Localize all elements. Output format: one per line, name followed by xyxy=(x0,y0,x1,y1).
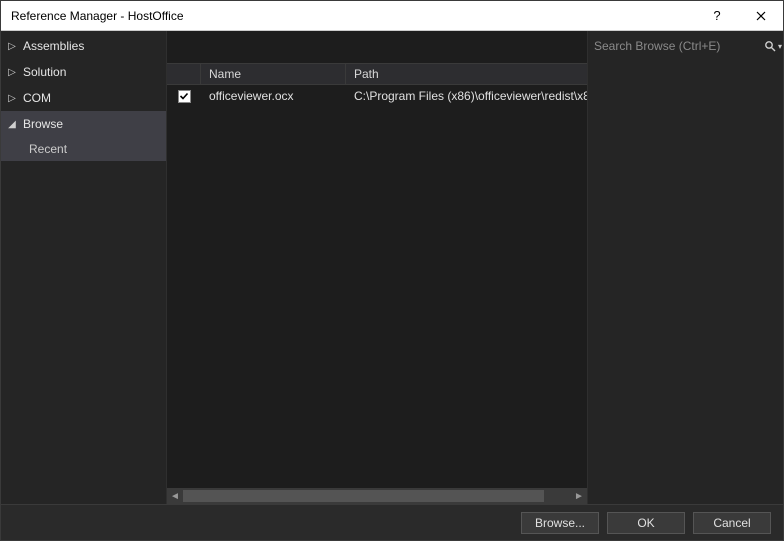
row-name: officeviewer.ocx xyxy=(201,89,346,103)
list-top-gap xyxy=(167,31,587,63)
reference-list-panel: Name Path officeviewer.ocx C:\Program Fi… xyxy=(166,31,588,504)
scroll-right-button[interactable]: ► xyxy=(571,488,587,504)
search-icon[interactable]: ▾ xyxy=(764,40,782,52)
close-button[interactable] xyxy=(739,1,783,31)
window-title: Reference Manager - HostOffice xyxy=(11,9,695,23)
row-checkbox[interactable] xyxy=(178,90,191,103)
sidebar-item-label: Browse xyxy=(23,117,63,131)
sidebar-subitem-recent[interactable]: Recent xyxy=(1,137,166,161)
scroll-track[interactable] xyxy=(183,488,571,504)
sidebar: ▷ Assemblies ▷ Solution ▷ COM ◢ Browse R… xyxy=(1,31,166,504)
help-button[interactable]: ? xyxy=(695,1,739,31)
sidebar-item-assemblies[interactable]: ▷ Assemblies xyxy=(1,33,166,59)
chevron-right-icon: ▷ xyxy=(7,93,17,104)
chevron-right-icon: ▷ xyxy=(7,67,17,78)
horizontal-scrollbar[interactable]: ◄ ► xyxy=(167,488,587,504)
titlebar: Reference Manager - HostOffice ? xyxy=(1,1,783,31)
row-checkbox-cell xyxy=(167,90,201,103)
dialog-body: ▷ Assemblies ▷ Solution ▷ COM ◢ Browse R… xyxy=(1,31,783,504)
chevron-down-icon: ◢ xyxy=(7,119,17,130)
search-input[interactable] xyxy=(594,39,760,53)
row-path: C:\Program Files (x86)\officeviewer\redi… xyxy=(346,89,587,103)
sidebar-item-label: Solution xyxy=(23,65,66,79)
list-body: officeviewer.ocx C:\Program Files (x86)\… xyxy=(167,85,587,488)
sidebar-subitem-label: Recent xyxy=(29,142,67,156)
column-header-name[interactable]: Name xyxy=(201,64,346,84)
close-icon xyxy=(756,11,766,21)
details-panel: ▾ xyxy=(588,31,783,504)
scroll-left-button[interactable]: ◄ xyxy=(167,488,183,504)
sidebar-item-label: Assemblies xyxy=(23,39,84,53)
cancel-button[interactable]: Cancel xyxy=(693,512,771,534)
scroll-thumb[interactable] xyxy=(183,490,544,502)
dialog-footer: Browse... OK Cancel xyxy=(1,504,783,540)
chevron-right-icon: ▷ xyxy=(7,41,17,52)
sidebar-item-label: COM xyxy=(23,91,51,105)
list-header: Name Path xyxy=(167,63,587,85)
chevron-down-icon: ▾ xyxy=(778,42,782,51)
reference-manager-dialog: Reference Manager - HostOffice ? ▷ Assem… xyxy=(0,0,784,541)
column-header-path[interactable]: Path xyxy=(346,64,587,84)
sidebar-item-solution[interactable]: ▷ Solution xyxy=(1,59,166,85)
search-box[interactable]: ▾ xyxy=(588,31,784,61)
ok-button[interactable]: OK xyxy=(607,512,685,534)
table-row[interactable]: officeviewer.ocx C:\Program Files (x86)\… xyxy=(167,85,587,107)
browse-button[interactable]: Browse... xyxy=(521,512,599,534)
sidebar-item-com[interactable]: ▷ COM xyxy=(1,85,166,111)
sidebar-item-browse[interactable]: ◢ Browse xyxy=(1,111,166,137)
checkmark-icon xyxy=(179,91,189,101)
column-header-check[interactable] xyxy=(167,64,201,84)
